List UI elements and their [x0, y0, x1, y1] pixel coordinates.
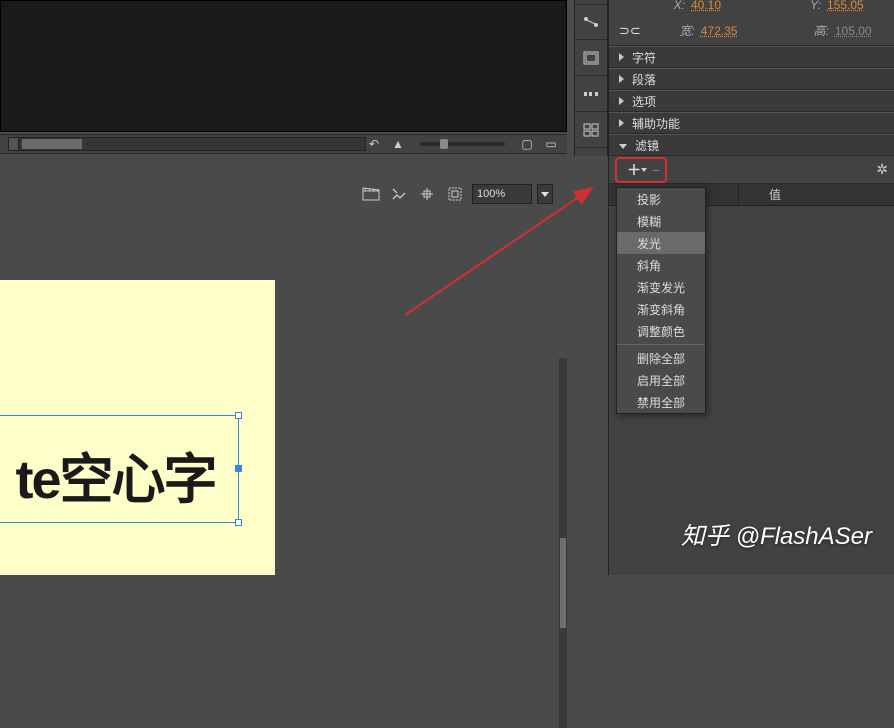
link-dimensions-icon[interactable]: ⊃⊂ [619, 23, 635, 39]
width-label: 宽: [675, 22, 695, 39]
zoom-select[interactable]: 100% [472, 184, 532, 204]
filter-option-adjust-color[interactable]: 调整颜色 [617, 320, 705, 342]
height-value[interactable]: 105.00 [835, 24, 894, 38]
filter-option-blur[interactable]: 模糊 [617, 210, 705, 232]
vertical-toolbar [574, 0, 608, 156]
x-value[interactable]: 40.10 [691, 0, 751, 12]
frame-large-icon[interactable]: ▭ [543, 137, 559, 151]
align-tool-icon[interactable] [575, 4, 607, 40]
height-label: 高: [809, 22, 829, 39]
chevron-right-icon [619, 75, 624, 83]
section-character[interactable]: 字符 [609, 46, 894, 68]
filter-option-shadow[interactable]: 投影 [617, 188, 705, 210]
section-accessibility[interactable]: 辅助功能 [609, 112, 894, 134]
canvas-vertical-scrollbar[interactable] [559, 358, 567, 728]
frame-small-icon[interactable]: ▢ [519, 137, 535, 151]
section-character-label: 字符 [632, 49, 656, 66]
chevron-down-icon [619, 144, 627, 149]
marker-icon[interactable]: ▲ [390, 137, 406, 151]
resize-handle-bottom-right[interactable] [235, 519, 242, 526]
timeline-scrollbar[interactable] [8, 137, 366, 151]
resize-handle-top-right[interactable] [235, 412, 242, 419]
chevron-right-icon [619, 97, 624, 105]
y-value[interactable]: 155.05 [827, 0, 887, 12]
dropdown-separator [617, 344, 705, 345]
section-options[interactable]: 选项 [609, 90, 894, 112]
filter-option-remove-all[interactable]: 删除全部 [617, 347, 705, 369]
section-paragraph[interactable]: 段落 [609, 68, 894, 90]
properties-panel: X: 40.10 Y: 155.05 ⊃⊂ 宽: 472.35 高: 105.0… [608, 0, 894, 575]
add-filter-button[interactable]: ＋ [619, 161, 649, 179]
zoom-dropdown-button[interactable] [537, 184, 553, 204]
filter-option-glow[interactable]: 发光 [617, 232, 705, 254]
center-stage-icon[interactable] [416, 184, 438, 204]
canvas-toolbar: 100% [0, 180, 561, 208]
filter-option-gradient-bevel[interactable]: 渐变斜角 [617, 298, 705, 320]
timeline-zoom-thumb[interactable] [440, 139, 448, 149]
section-filters-label: 滤镜 [635, 137, 659, 154]
remove-filter-button[interactable]: − [649, 161, 663, 179]
filter-settings-icon[interactable]: ✲ [876, 161, 888, 178]
filter-option-disable-all[interactable]: 禁用全部 [617, 391, 705, 413]
filter-dropdown-menu: 投影 模糊 发光 斜角 渐变发光 渐变斜角 调整颜色 删除全部 启用全部 禁用全… [616, 187, 706, 414]
grid-tool-icon[interactable] [575, 112, 607, 148]
timeline-zoom-slider[interactable] [420, 142, 505, 146]
distribute-tool-icon[interactable] [575, 76, 607, 112]
filter-option-bevel[interactable]: 斜角 [617, 254, 705, 276]
timeline-bar: ↶ ▲ ▢ ▭ [0, 134, 567, 154]
width-value[interactable]: 472.35 [701, 24, 760, 38]
filter-toolbar: ＋ − ✲ [609, 156, 894, 184]
timeline-scroll-left-btn[interactable] [9, 138, 19, 150]
section-options-label: 选项 [632, 93, 656, 110]
editor-dark-panel [0, 0, 567, 132]
chevron-right-icon [619, 119, 624, 127]
filter-option-gradient-glow[interactable]: 渐变发光 [617, 276, 705, 298]
timeline-scroll-thumb[interactable] [22, 139, 82, 149]
section-filters[interactable]: 滤镜 [609, 134, 894, 156]
add-filter-highlight: ＋ − [615, 157, 667, 183]
section-accessibility-label: 辅助功能 [632, 115, 680, 132]
filter-option-enable-all[interactable]: 启用全部 [617, 369, 705, 391]
chevron-right-icon [619, 53, 624, 61]
clip-stage-icon[interactable] [444, 184, 466, 204]
stage-text-content[interactable]: te空心字 [0, 435, 239, 514]
clapperboard-icon[interactable] [360, 184, 382, 204]
watermark-text: 知乎 @FlashASer [681, 516, 872, 551]
undo-icon[interactable]: ↶ [366, 137, 382, 151]
layout-tool-icon[interactable] [575, 40, 607, 76]
section-paragraph-label: 段落 [632, 71, 656, 88]
y-label: Y: [801, 0, 821, 12]
x-label: X: [665, 0, 685, 12]
canvas-scroll-thumb[interactable] [560, 538, 566, 628]
filter-value-column: 值 [739, 186, 894, 203]
edit-scene-icon[interactable] [388, 184, 410, 204]
